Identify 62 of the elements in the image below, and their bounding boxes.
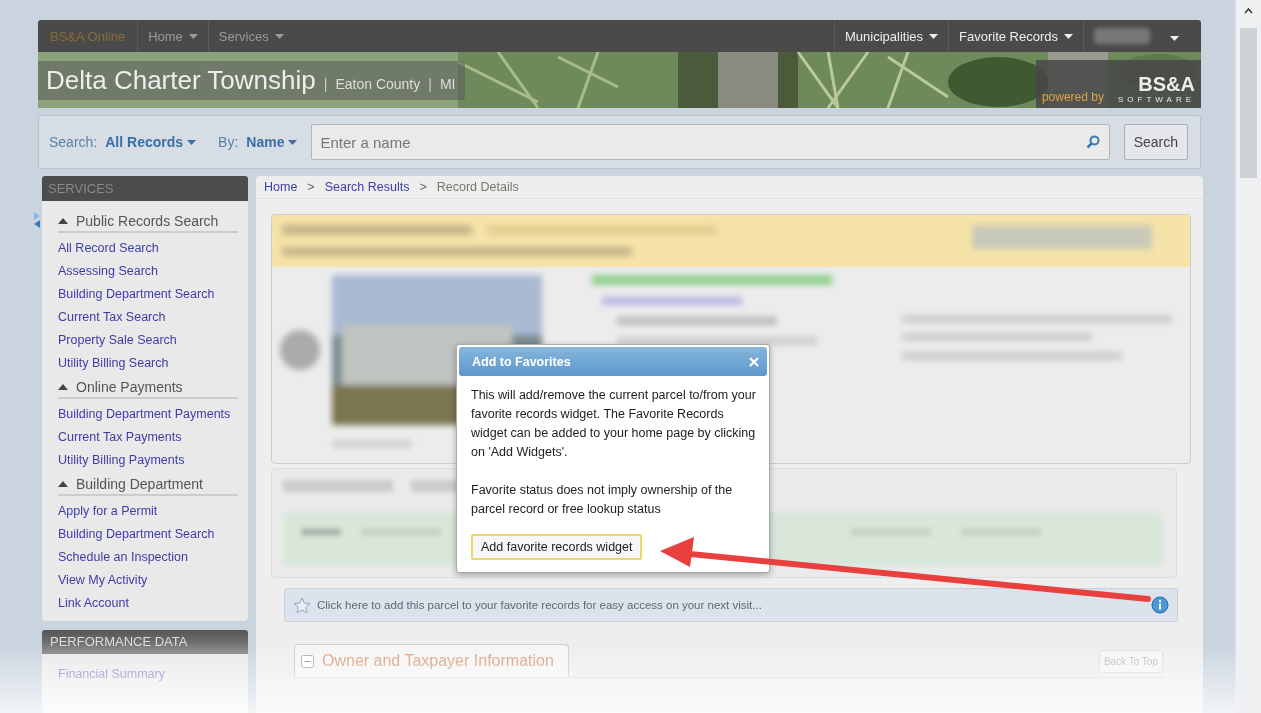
sidebar-link[interactable]: Building Department Search	[58, 283, 215, 306]
sidebar-link[interactable]: Link Account	[58, 592, 129, 615]
dialog-text: Favorite status does not imply ownership of the parcel record or free lookup status	[471, 482, 734, 518]
scrollbar-thumb[interactable]	[1240, 28, 1257, 178]
sidebar-link[interactable]: Current Tax Search	[58, 306, 166, 329]
sidebar-link[interactable]: Current Tax Payments	[58, 426, 182, 449]
record-type-dropdown[interactable]: All Records	[105, 134, 197, 150]
sidebar-link[interactable]: Utility Billing Search	[58, 352, 169, 375]
caret-icon	[274, 33, 284, 39]
favorite-bar[interactable]: Click here to add this parcel to your favorite records for easy access on your next visit...	[284, 588, 1178, 622]
sidebar-link[interactable]: Building Department Search	[58, 523, 215, 546]
sidebar-header: SERVICES	[42, 176, 248, 201]
caret-icon	[187, 139, 197, 145]
breadcrumb-link[interactable]: Record Details	[436, 180, 519, 194]
info-icon[interactable]	[1151, 596, 1169, 614]
breadcrumb-link[interactable]: Home	[264, 180, 298, 194]
collapse-arrow-icon[interactable]	[58, 481, 68, 487]
township-title: Delta Charter Township	[46, 64, 316, 96]
sidebar-link[interactable]: Schedule an Inspection	[58, 546, 188, 569]
caret-icon	[1170, 35, 1179, 41]
breadcrumb-separator: >	[307, 180, 315, 194]
sidebar-link[interactable]: Building Department Payments	[58, 403, 231, 426]
logo-subtext: SOFTWARE	[1117, 95, 1195, 104]
section-heading: Building Department	[76, 476, 203, 492]
separator: |	[323, 75, 328, 92]
sidebar-link[interactable]: Apply for a Permit	[58, 500, 158, 523]
breadcrumb-link[interactable]: Search Results	[324, 180, 410, 194]
separator: |	[428, 75, 432, 92]
county-label: Eaton County	[335, 75, 421, 92]
search-icon[interactable]	[1085, 135, 1100, 149]
state-label: MI	[439, 75, 456, 92]
search-button[interactable]: Search	[1123, 124, 1188, 160]
by-label: By:	[218, 134, 239, 150]
section-heading: Public Records Search	[76, 213, 219, 229]
collapse-toggle-icon[interactable]	[33, 211, 41, 229]
powered-by-label: powered by	[1041, 90, 1104, 104]
add-widget-button[interactable]: Add favorite records widget	[471, 534, 643, 560]
dialog-title-bar: Add to Favorites	[459, 347, 767, 376]
collapse-arrow-icon[interactable]	[58, 384, 68, 390]
search-field[interactable]: Enter a name	[311, 124, 1110, 160]
dialog-text: This will add/remove the current parcel to/from your favorite records widget. The Favorite Records widget can be added to your home page by clicking on 'Add Widgets'.	[471, 387, 756, 461]
search-by-dropdown[interactable]: Name	[246, 134, 298, 150]
breadcrumb-separator: >	[419, 180, 427, 194]
caret-icon	[188, 33, 198, 39]
collapse-arrow-icon[interactable]	[58, 218, 68, 224]
sidebar-link[interactable]: All Record Search	[58, 237, 159, 260]
star-icon[interactable]	[293, 596, 311, 614]
logo-text: BS&A	[1138, 73, 1195, 95]
favorite-prompt: Click here to add this parcel to your favorite records for easy access on your next visit...	[317, 599, 763, 611]
caret-icon	[288, 139, 298, 145]
sidebar-header: PERFORMANCE DATA	[42, 630, 248, 654]
section-heading: Online Payments	[76, 379, 183, 395]
sidebar-link[interactable]: Property Sale Search	[58, 329, 177, 352]
collapse-icon[interactable]	[301, 654, 314, 668]
caret-icon	[1064, 33, 1073, 39]
caret-icon	[929, 33, 938, 39]
close-icon[interactable]	[749, 356, 759, 367]
search-label: Search:	[49, 134, 98, 150]
sidebar-link[interactable]: View My Activity	[58, 569, 148, 592]
sidebar-link[interactable]: Assessing Search	[58, 260, 159, 283]
scroll-up-icon[interactable]	[1244, 8, 1253, 14]
sidebar-link[interactable]: Utility Billing Payments	[58, 449, 185, 472]
